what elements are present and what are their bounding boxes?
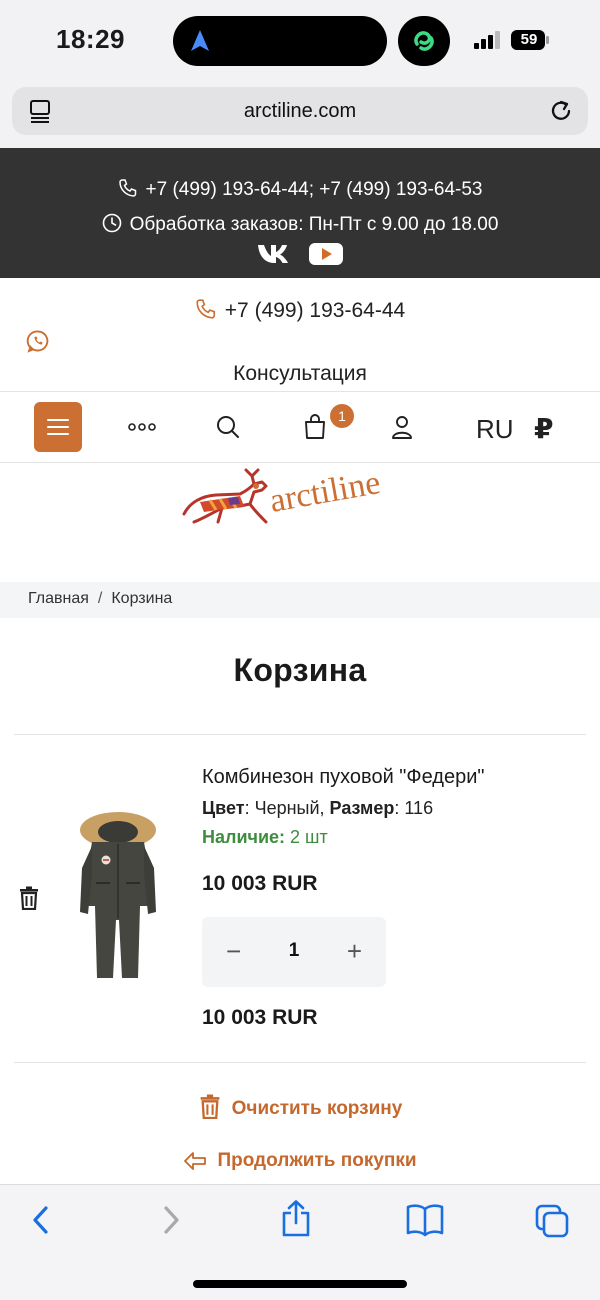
whatsapp-icon[interactable] — [26, 329, 50, 353]
size-value: : 116 — [394, 798, 434, 818]
browser-address-area: arctiline.com — [0, 82, 600, 148]
product-stock: Наличие: 2 шт — [202, 827, 328, 848]
breadcrumb-home[interactable]: Главная — [28, 590, 89, 607]
header-phone-text[interactable]: +7 (499) 193-64-44 — [225, 299, 405, 322]
dynamic-island — [173, 16, 387, 66]
continue-shopping-label[interactable]: Продолжить покупки — [217, 1150, 416, 1171]
divider — [14, 734, 586, 735]
status-time: 18:29 — [56, 24, 125, 54]
share-icon[interactable] — [280, 1199, 312, 1239]
product-image[interactable] — [72, 808, 164, 984]
social-links — [0, 242, 600, 266]
hamburger-line — [47, 433, 69, 435]
phone-icon — [118, 179, 136, 197]
consultation-link[interactable]: Консультация — [0, 362, 600, 386]
product-price: 10 003 RUR — [202, 872, 318, 895]
logo-text: arctiline — [267, 464, 383, 520]
info-hours-text: Обработка заказов: Пн-Пт с 9.00 до 18.00 — [129, 214, 499, 235]
breadcrumb: Главная / Корзина — [0, 582, 600, 618]
continue-shopping-button[interactable]: Продолжить покупки — [0, 1150, 600, 1172]
youtube-icon[interactable] — [308, 242, 344, 266]
info-phones-text[interactable]: +7 (499) 193-64-44; +7 (499) 193-64-53 — [146, 179, 483, 200]
reload-icon[interactable] — [548, 98, 574, 124]
location-arrow-icon — [191, 30, 209, 51]
cart-count-badge: 1 — [330, 404, 354, 428]
size-label: Размер — [329, 798, 395, 818]
header-toolbar: 1 RU ₽ — [0, 392, 600, 462]
clear-cart-button[interactable]: Очистить корзину — [0, 1094, 600, 1120]
address-bar[interactable]: arctiline.com — [12, 87, 588, 135]
trash-icon — [200, 1094, 220, 1119]
url-text[interactable]: arctiline.com — [12, 100, 588, 123]
stock-label: Наличие: — [202, 827, 286, 847]
bookmarks-icon[interactable] — [406, 1203, 444, 1237]
clock-icon — [102, 213, 121, 233]
cart-icon[interactable] — [303, 412, 327, 440]
quantity-stepper: − 1 + — [202, 917, 386, 987]
info-phones: +7 (499) 193-64-44; +7 (499) 193-64-53 — [0, 178, 600, 201]
product-name[interactable]: Комбинезон пуховой "Федери" — [202, 766, 484, 789]
divider — [14, 1062, 586, 1063]
language-selector[interactable]: RU — [476, 414, 514, 445]
remove-item-trash-icon[interactable] — [18, 886, 40, 910]
user-icon[interactable] — [390, 414, 414, 440]
top-info-bar: +7 (499) 193-64-44; +7 (499) 193-64-53 О… — [0, 148, 600, 278]
cellular-signal-icon — [474, 31, 500, 49]
back-chevron-icon[interactable] — [28, 1203, 54, 1237]
phone-icon — [196, 299, 215, 319]
info-hours: Обработка заказов: Пн-Пт с 9.00 до 18.00 — [0, 213, 600, 236]
breadcrumb-separator: / — [97, 590, 103, 607]
tabs-icon[interactable] — [534, 1203, 570, 1239]
stock-value: 2 шт — [285, 827, 328, 847]
color-label: Цвет — [202, 798, 245, 818]
product-attributes: Цвет: Черный, Размер: 116 — [202, 798, 433, 819]
color-value: : Черный, — [244, 798, 330, 818]
clear-cart-label[interactable]: Очистить корзину — [232, 1098, 403, 1119]
header-phone[interactable]: +7 (499) 193-64-44 — [0, 298, 600, 323]
battery-level: 59 — [520, 31, 538, 48]
more-dots-icon[interactable] — [128, 422, 156, 432]
search-icon[interactable] — [215, 414, 241, 440]
ios-status-bar: 18:29 59 — [0, 0, 600, 82]
quantity-increase-button[interactable]: + — [347, 936, 362, 967]
live-activity-icon — [398, 16, 450, 66]
arctiline-logo[interactable]: arctiline — [180, 462, 430, 534]
hamburger-line — [47, 426, 69, 428]
currency-selector[interactable]: ₽ — [534, 412, 553, 445]
hamburger-icon — [47, 419, 69, 421]
page-title: Корзина — [233, 652, 367, 688]
forward-chevron-icon[interactable] — [158, 1203, 184, 1237]
menu-button[interactable] — [34, 402, 82, 452]
product-total: 10 003 RUR — [202, 1006, 318, 1029]
arrow-left-icon — [184, 1152, 207, 1170]
breadcrumb-current: Корзина — [111, 590, 173, 607]
home-indicator — [193, 1280, 407, 1288]
vk-icon[interactable] — [256, 242, 294, 266]
